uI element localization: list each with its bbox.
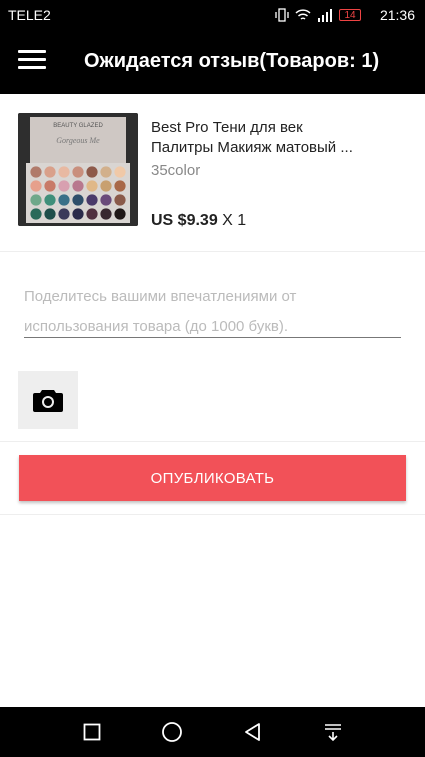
eyeshadow-pan [30, 180, 42, 192]
eyeshadow-pan [100, 208, 112, 220]
add-photo-button[interactable] [18, 371, 78, 429]
eyeshadow-pan [100, 194, 112, 206]
eyeshadow-pan [86, 180, 98, 192]
eyeshadow-pan [30, 208, 42, 220]
eyeshadow-pan [44, 194, 56, 206]
eyeshadow-pan [44, 180, 56, 192]
back-icon[interactable] [241, 721, 265, 743]
eyeshadow-pan [72, 180, 84, 192]
carrier-name: TELE2 [8, 7, 51, 23]
publish-button[interactable]: ОПУБЛИКОВАТЬ [19, 455, 406, 501]
product-variant: 35color [151, 162, 201, 179]
clock: 21:36 [379, 7, 415, 23]
home-icon[interactable] [160, 721, 184, 743]
eyeshadow-pan [114, 194, 126, 206]
eyeshadow-pan [114, 180, 126, 192]
review-input[interactable] [24, 282, 401, 337]
eyeshadow-pan [30, 194, 42, 206]
notification-pull-icon[interactable] [321, 721, 345, 743]
eyeshadow-pan [58, 194, 70, 206]
status-bar: TELE2 14 21:36 [0, 0, 425, 30]
divider [0, 441, 425, 442]
eyeshadow-pan [100, 180, 112, 192]
wifi-icon [295, 9, 311, 20]
vibrate-icon [275, 8, 289, 22]
signal-icon [318, 9, 332, 22]
page-title: Ожидается отзыв(Товаров: 1) [84, 50, 380, 72]
eyeshadow-pan [58, 166, 70, 178]
price-row: US $9.39 X 1 [151, 212, 246, 230]
recent-apps-icon[interactable] [80, 721, 104, 743]
eyeshadow-pan [58, 180, 70, 192]
eyeshadow-pan [86, 166, 98, 178]
status-icons: 14 [275, 7, 361, 23]
product-price: US $9.39 [151, 212, 218, 229]
menu-icon[interactable] [18, 50, 46, 74]
eyeshadow-pan [72, 166, 84, 178]
review-field[interactable] [24, 282, 401, 338]
eyeshadow-pan [72, 194, 84, 206]
eyeshadow-pan [58, 208, 70, 220]
eyeshadow-pan [86, 194, 98, 206]
battery-icon: 14 [339, 9, 361, 21]
eyeshadow-pan [114, 208, 126, 220]
app-bar: Ожидается отзыв(Товаров: 1) [0, 30, 425, 94]
eyeshadow-palette-image: BEAUTY GLAZED Gorgeous Me [18, 113, 138, 226]
eyeshadow-pan [100, 166, 112, 178]
eyeshadow-pan [72, 208, 84, 220]
eyeshadow-pan [86, 208, 98, 220]
eyeshadow-pan [30, 166, 42, 178]
product-quantity: X 1 [222, 212, 247, 229]
svg-text:BEAUTY GLAZED: BEAUTY GLAZED [53, 123, 103, 129]
eyeshadow-pan [114, 166, 126, 178]
divider [0, 514, 425, 515]
eyeshadow-pan [44, 166, 56, 178]
product-thumbnail[interactable]: BEAUTY GLAZED Gorgeous Me [18, 113, 138, 226]
eyeshadow-pan [44, 208, 56, 220]
system-nav-bar [0, 707, 425, 757]
svg-text:Gorgeous Me: Gorgeous Me [56, 136, 100, 145]
camera-icon [33, 390, 63, 412]
product-name[interactable]: Best Pro Тени для век Палитры Макияж мат… [151, 118, 411, 158]
product-item: BEAUTY GLAZED Gorgeous Me Best Pro Тени … [0, 94, 425, 252]
